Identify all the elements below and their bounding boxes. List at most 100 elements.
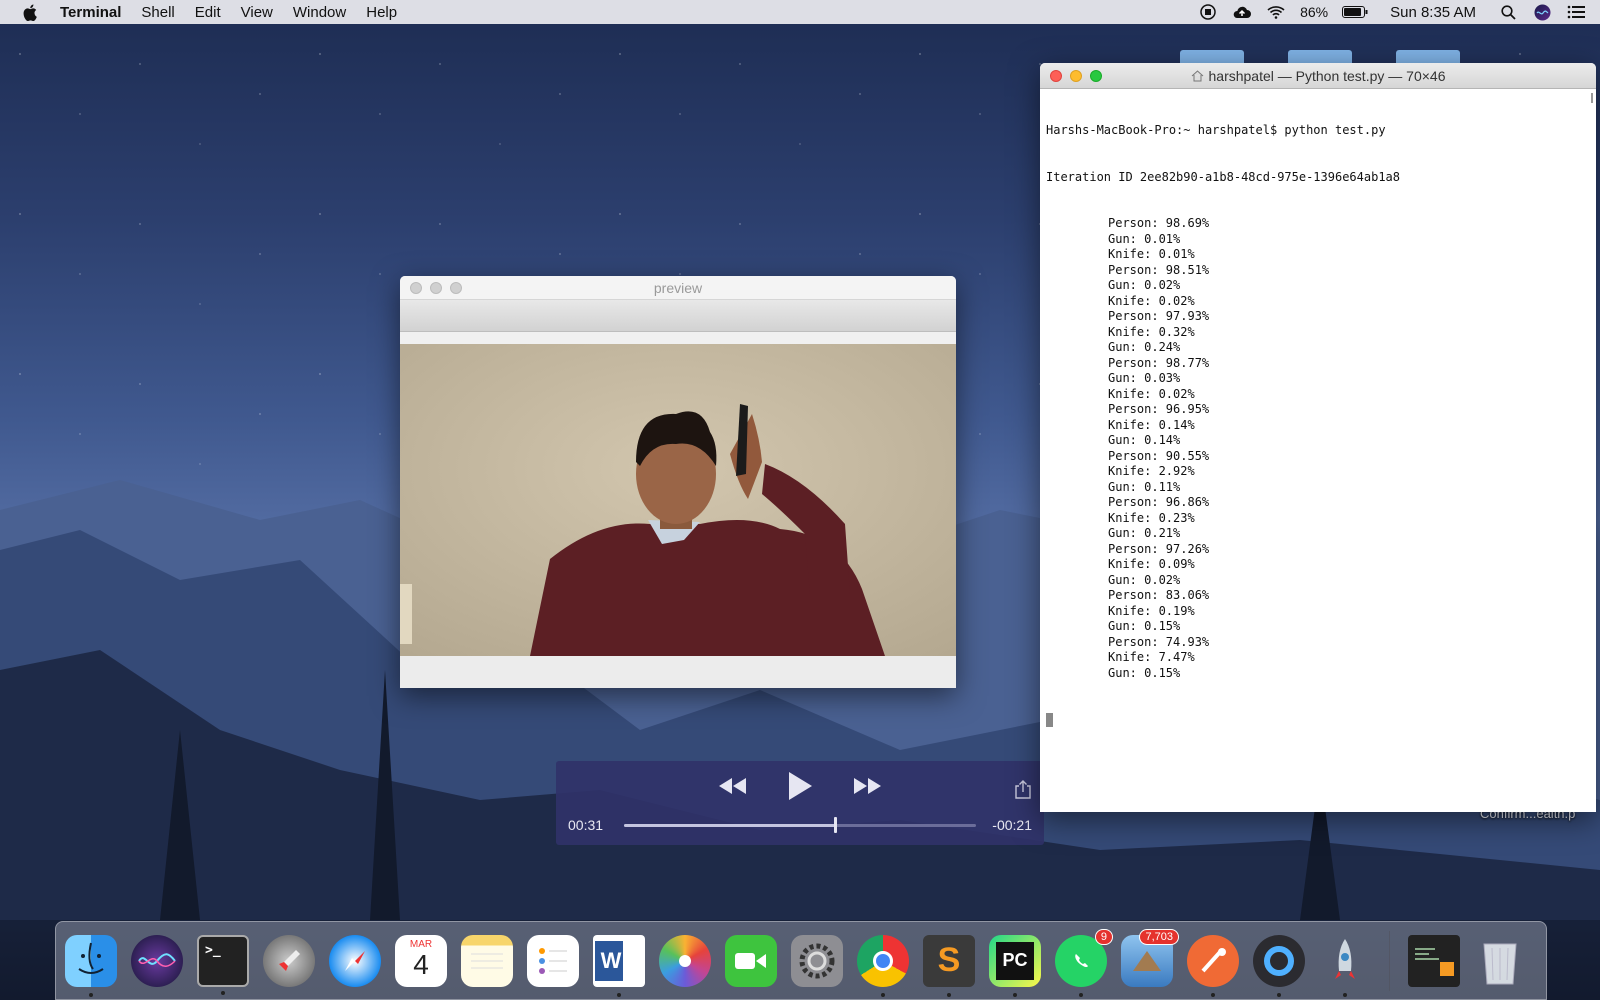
- calendar-day: 4: [413, 948, 429, 980]
- terminal-output-line: Knife: 0.23%: [1108, 510, 1195, 525]
- reminders-icon[interactable]: [527, 934, 579, 987]
- terminal-iteration-line: Iteration ID 2ee82b90-a1b8-48cd-975e-139…: [1046, 169, 1401, 184]
- terminal-window-thumbnail[interactable]: [1408, 934, 1460, 987]
- calendar-icon[interactable]: MAR 4: [395, 934, 447, 987]
- word-icon[interactable]: W: [593, 934, 645, 997]
- terminal-title-text: harshpatel — Python test.py — 70×46: [1208, 67, 1446, 84]
- facetime-icon[interactable]: [725, 934, 777, 987]
- pycharm-icon[interactable]: PC: [989, 934, 1041, 997]
- dock: >_ MAR 4 W S PC 9 7,703: [55, 921, 1547, 1000]
- finder-icon[interactable]: [65, 934, 117, 997]
- terminal-output-line: Knife: 0.14%: [1108, 417, 1195, 432]
- scrubber-fill: [624, 824, 836, 827]
- preview-titlebar[interactable]: preview: [400, 276, 956, 300]
- menu-help[interactable]: Help: [356, 4, 407, 21]
- share-icon[interactable]: [1014, 779, 1034, 799]
- cloud-upload-icon[interactable]: [1232, 4, 1252, 20]
- elapsed-time: 00:31: [568, 817, 604, 833]
- spotlight-search-icon[interactable]: [1498, 4, 1518, 20]
- terminal-output[interactable]: Harshs-MacBook-Pro:~ harshpatel$ python …: [1040, 89, 1596, 762]
- terminal-titlebar[interactable]: harshpatel — Python test.py — 70×46: [1040, 63, 1596, 89]
- chrome-icon[interactable]: [857, 934, 909, 997]
- calendar-month: MAR: [409, 938, 433, 950]
- terminal-scrollbar[interactable]: [1591, 93, 1593, 103]
- siri-icon[interactable]: [1532, 4, 1552, 20]
- mail-icon[interactable]: 7,703: [1121, 928, 1179, 987]
- terminal-output-line: Knife: 0.02%: [1108, 293, 1195, 308]
- menu-app-name[interactable]: Terminal: [60, 4, 131, 21]
- terminal-output-line: Knife: 0.02%: [1108, 386, 1195, 401]
- scrubber-handle[interactable]: [834, 817, 838, 833]
- desktop-folders: [1180, 50, 1460, 64]
- terminal-output-line: Person: 98.69%: [1108, 216, 1210, 230]
- whatsapp-badge: 9: [1094, 928, 1113, 945]
- fast-forward-icon[interactable]: [848, 771, 888, 801]
- screen-record-icon[interactable]: [1198, 4, 1218, 20]
- safari-icon[interactable]: [329, 934, 381, 987]
- wifi-icon[interactable]: [1266, 4, 1286, 20]
- preview-toolbar: [400, 300, 956, 332]
- whatsapp-icon[interactable]: 9: [1055, 928, 1113, 997]
- remaining-time: -00:21: [992, 817, 1032, 833]
- menu-bar: Terminal Shell Edit View Window Help 86%…: [0, 0, 1600, 24]
- terminal-output-line: Person: 96.95%: [1108, 402, 1210, 416]
- battery-icon[interactable]: [1342, 4, 1368, 20]
- mail-badge: 7,703: [1139, 928, 1179, 945]
- terminal-output-line: Knife: 0.01%: [1108, 247, 1195, 261]
- rewind-icon[interactable]: [712, 771, 752, 801]
- terminal-app-icon[interactable]: >_: [197, 934, 249, 995]
- webcam-image: [400, 344, 956, 656]
- preview-title: preview: [653, 279, 703, 296]
- terminal-output-line: Gun: 0.15%: [1108, 665, 1181, 680]
- menu-window[interactable]: Window: [283, 4, 356, 21]
- rocket-typist-icon[interactable]: [1319, 935, 1371, 997]
- paw-icon[interactable]: [1187, 934, 1239, 997]
- terminal-output-line: Person: 98.51%: [1108, 262, 1210, 277]
- notification-center-icon[interactable]: [1566, 4, 1586, 20]
- media-player-controls: 00:31 -00:21: [556, 761, 1044, 845]
- terminal-title: harshpatel — Python test.py — 70×46: [1040, 68, 1596, 84]
- play-icon[interactable]: [780, 771, 820, 801]
- terminal-output-line: Person: 97.26%: [1108, 541, 1210, 556]
- apple-menu-icon[interactable]: [0, 4, 60, 21]
- text-cursor: [1046, 712, 1053, 727]
- terminal-output-line: Gun: 0.21%: [1108, 526, 1181, 540]
- terminal-output-line: Person: 74.93%: [1108, 634, 1210, 649]
- terminal-output-line: Knife: 0.32%: [1108, 324, 1195, 339]
- menu-clock[interactable]: Sun 8:35 AM: [1382, 4, 1484, 21]
- terminal-output-line: Knife: 0.09%: [1108, 557, 1195, 571]
- battery-percent[interactable]: 86%: [1300, 4, 1328, 20]
- menu-view[interactable]: View: [231, 4, 283, 21]
- terminal-output-line: Gun: 0.14%: [1108, 433, 1181, 447]
- notes-icon[interactable]: [461, 934, 513, 987]
- terminal-output-line: Gun: 0.02%: [1108, 572, 1181, 587]
- terminal-output-line: Person: 98.77%: [1108, 355, 1210, 370]
- terminal-output-line: Gun: 0.15%: [1108, 619, 1181, 633]
- siri-app-icon[interactable]: [131, 934, 183, 987]
- terminal-output-line: Gun: 0.03%: [1108, 371, 1181, 385]
- launchpad-icon[interactable]: [263, 934, 315, 987]
- terminal-output-line: Gun: 0.11%: [1108, 479, 1181, 494]
- terminal-output-line: Person: 90.55%: [1108, 448, 1210, 463]
- folder-icon[interactable]: [1396, 50, 1460, 64]
- sublime-text-icon[interactable]: S: [923, 934, 975, 997]
- terminal-output-line: Knife: 2.92%: [1108, 464, 1195, 478]
- terminal-output-line: Gun: 0.24%: [1108, 340, 1181, 354]
- terminal-cursor-line: [1046, 712, 1590, 728]
- menu-edit[interactable]: Edit: [185, 4, 231, 21]
- scrubber-track[interactable]: [624, 817, 976, 833]
- dock-separator: [1389, 930, 1390, 991]
- preview-divider: [400, 332, 956, 344]
- system-preferences-icon[interactable]: [791, 934, 843, 987]
- terminal-output-line: Knife: 0.19%: [1108, 603, 1195, 618]
- terminal-output-line: Person: 96.86%: [1108, 495, 1210, 509]
- menu-shell[interactable]: Shell: [131, 4, 184, 21]
- trash-icon[interactable]: [1474, 935, 1526, 987]
- terminal-window[interactable]: harshpatel — Python test.py — 70×46 Hars…: [1040, 63, 1596, 812]
- preview-window[interactable]: preview: [400, 276, 956, 688]
- terminal-output-line: Person: 83.06%: [1108, 588, 1210, 602]
- photos-icon[interactable]: [659, 934, 711, 987]
- folder-icon[interactable]: [1180, 50, 1244, 64]
- folder-icon[interactable]: [1288, 50, 1352, 64]
- quicktime-icon[interactable]: [1253, 934, 1305, 997]
